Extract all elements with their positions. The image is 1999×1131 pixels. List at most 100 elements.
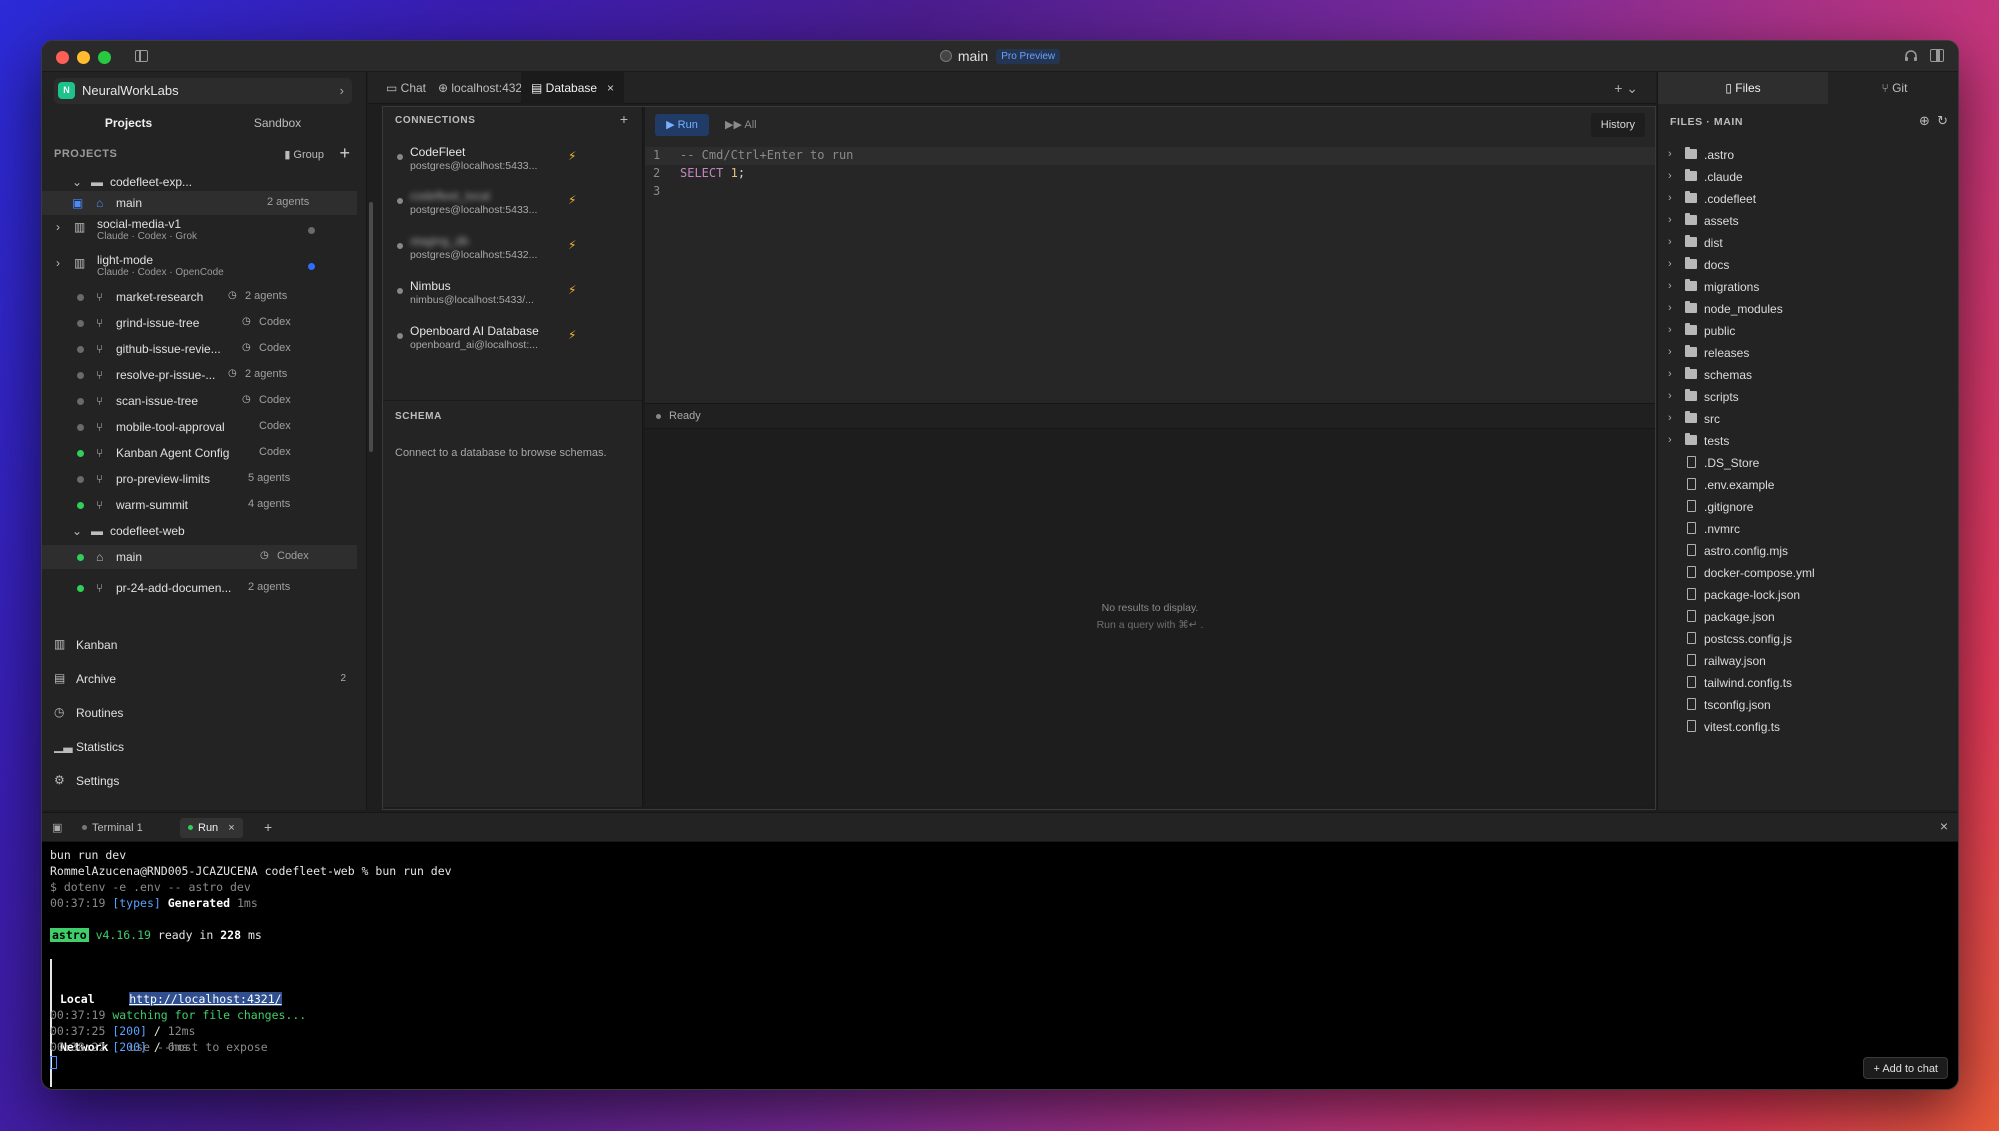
connect-bolt-icon[interactable]: ⚡: [568, 283, 576, 297]
folder-item[interactable]: › assets: [1658, 210, 1958, 232]
tree-item-project[interactable]: › ▥ light-mode Claude · Codex · OpenCode: [42, 251, 357, 281]
connect-bolt-icon[interactable]: ⚡: [568, 149, 576, 163]
run-button[interactable]: ▶ Run: [655, 114, 709, 136]
tree-item-branch[interactable]: ⑂ warm-summit 4 agents: [42, 493, 357, 517]
add-project-button[interactable]: +: [339, 143, 350, 164]
gear-icon: ⚙: [54, 773, 65, 787]
new-terminal-button[interactable]: +: [264, 819, 272, 835]
file-item[interactable]: docker-compose.yml: [1658, 562, 1958, 584]
project-tree: ⌄ ▬ codefleet-exp... ▣ ⌂ main 2 agents ›…: [42, 170, 367, 622]
tree-item-branch[interactable]: ⑂ grind-issue-tree ◷ Codex: [42, 311, 357, 335]
history-button[interactable]: History: [1590, 113, 1645, 137]
add-to-chat-button[interactable]: + Add to chat: [1863, 1057, 1948, 1079]
tab-git[interactable]: ⑂ Git: [1828, 72, 1958, 104]
new-tab-button[interactable]: + ⌄: [1614, 80, 1638, 97]
file-item[interactable]: postcss.config.js: [1658, 628, 1958, 650]
org-switcher[interactable]: N NeuralWorkLabs ›: [54, 78, 352, 104]
folder-item[interactable]: › .codefleet: [1658, 188, 1958, 210]
tree-item-project[interactable]: › ▥ social-media-v1 Claude · Codex · Gro…: [42, 215, 357, 245]
folder-item[interactable]: › src: [1658, 408, 1958, 430]
file-item[interactable]: astro.config.mjs: [1658, 540, 1958, 562]
tree-item-branch[interactable]: ⑂ github-issue-revie... ◷ Codex: [42, 337, 357, 361]
connect-bolt-icon[interactable]: ⚡: [568, 193, 576, 207]
close-tab-icon[interactable]: ×: [228, 822, 234, 834]
folder-item[interactable]: › .astro: [1658, 144, 1958, 166]
connection-item[interactable]: Nimbus nimbus@localhost:5433/... ⚡: [383, 271, 643, 315]
connection-item[interactable]: codefleet_local postgres@localhost:5433.…: [383, 181, 643, 225]
add-connection-button[interactable]: +: [620, 111, 628, 127]
tree-item-branch[interactable]: ⑂ market-research ◷ 2 agents: [42, 285, 357, 309]
tab-projects[interactable]: Projects: [54, 110, 203, 136]
file-item[interactable]: .gitignore: [1658, 496, 1958, 518]
divider: [383, 400, 643, 401]
tree-item-main[interactable]: ▣ ⌂ main 2 agents: [42, 191, 357, 215]
file-icon: [1687, 720, 1696, 732]
file-item[interactable]: .nvmrc: [1658, 518, 1958, 540]
nav-kanban[interactable]: ▥ Kanban: [54, 632, 356, 658]
group-button[interactable]: ▮ Group: [284, 148, 324, 161]
tab-terminal-1[interactable]: Terminal 1: [74, 818, 151, 838]
close-tab-icon[interactable]: ×: [607, 81, 614, 95]
globe-icon[interactable]: ⊕: [1919, 113, 1930, 128]
sql-editor[interactable]: ▶ Run ▶▶ All History 1 -- Cmd/Ctrl+Enter…: [645, 107, 1655, 403]
folder-icon: [1685, 433, 1697, 445]
folder-item[interactable]: › tests: [1658, 430, 1958, 452]
nav-statistics[interactable]: ▁▃ Statistics: [54, 734, 356, 760]
file-item[interactable]: .env.example: [1658, 474, 1958, 496]
right-panel-toggle-icon[interactable]: [1930, 49, 1944, 62]
tree-item-branch[interactable]: ⑂ mobile-tool-approval Codex: [42, 415, 357, 439]
sidebar-scrollbar[interactable]: [369, 202, 373, 452]
file-icon: [1687, 478, 1696, 490]
run-all-button[interactable]: ▶▶ All: [725, 114, 757, 136]
file-item[interactable]: tsconfig.json: [1658, 694, 1958, 716]
connect-bolt-icon[interactable]: ⚡: [568, 238, 576, 252]
tree-item-branch[interactable]: ⑂ resolve-pr-issue-... ◷ 2 agents: [42, 363, 357, 387]
chevron-right-icon: ›: [1668, 148, 1672, 160]
file-item[interactable]: railway.json: [1658, 650, 1958, 672]
connection-item[interactable]: CodeFleet postgres@localhost:5433... ⚡: [383, 137, 643, 181]
code-line: 1 -- Cmd/Ctrl+Enter to run: [645, 147, 1655, 165]
file-item[interactable]: package-lock.json: [1658, 584, 1958, 606]
folder-item[interactable]: › .claude: [1658, 166, 1958, 188]
file-item[interactable]: tailwind.config.ts: [1658, 672, 1958, 694]
refresh-icon[interactable]: ↻: [1937, 113, 1948, 128]
tree-item-branch[interactable]: ⑂ scan-issue-tree ◷ Codex: [42, 389, 357, 413]
folder-item[interactable]: › docs: [1658, 254, 1958, 276]
folder-item[interactable]: › scripts: [1658, 386, 1958, 408]
headphones-icon[interactable]: [1904, 49, 1918, 62]
folder-icon: [1685, 169, 1697, 181]
tree-item-branch[interactable]: ⑂ Kanban Agent Config Codex: [42, 441, 357, 465]
folder-item[interactable]: › releases: [1658, 342, 1958, 364]
connection-item[interactable]: staging_db postgres@localhost:5432... ⚡: [383, 226, 643, 270]
close-terminal-icon[interactable]: ×: [1940, 818, 1948, 834]
file-icon: [1687, 632, 1696, 644]
title-bar: main Pro Preview: [42, 41, 1958, 72]
tree-item-branch[interactable]: ⑂ pr-24-add-documen... 2 agents: [42, 576, 357, 600]
folder-item[interactable]: › public: [1658, 320, 1958, 342]
file-item[interactable]: vitest.config.ts: [1658, 716, 1958, 738]
folder-item[interactable]: › dist: [1658, 232, 1958, 254]
tree-item-folder[interactable]: ⌄ ▬ codefleet-web: [42, 519, 357, 543]
chevron-right-icon: ›: [1668, 434, 1672, 446]
folder-item[interactable]: › migrations: [1658, 276, 1958, 298]
tree-item-branch[interactable]: ⑂ pro-preview-limits 5 agents: [42, 467, 357, 491]
tab-chat[interactable]: ▭ Chat: [378, 72, 434, 104]
nav-routines[interactable]: ◷ Routines: [54, 700, 356, 726]
git-branch-icon: ⑂: [96, 581, 104, 595]
tree-item-main[interactable]: ⌂ main ◷ Codex: [42, 545, 357, 569]
folder-item[interactable]: › node_modules: [1658, 298, 1958, 320]
terminal-output[interactable]: bun run dev RommelAzucena@RND005-JCAZUCE…: [42, 842, 1958, 1089]
local-url-link[interactable]: http://localhost:4321/: [129, 992, 282, 1006]
connection-item[interactable]: Openboard AI Database openboard_ai@local…: [383, 316, 643, 360]
file-item[interactable]: package.json: [1658, 606, 1958, 628]
nav-settings[interactable]: ⚙ Settings: [54, 768, 356, 794]
clock-icon: ◷: [242, 342, 251, 353]
file-item[interactable]: .DS_Store: [1658, 452, 1958, 474]
tab-run[interactable]: Run ×: [180, 818, 243, 838]
tab-database[interactable]: ▤ Database ×: [521, 72, 625, 104]
connect-bolt-icon[interactable]: ⚡: [568, 328, 576, 342]
tab-sandbox[interactable]: Sandbox: [203, 110, 352, 136]
folder-item[interactable]: › schemas: [1658, 364, 1958, 386]
tab-files[interactable]: ▯ Files: [1658, 72, 1828, 104]
nav-archive[interactable]: ▤ Archive 2: [54, 666, 356, 692]
